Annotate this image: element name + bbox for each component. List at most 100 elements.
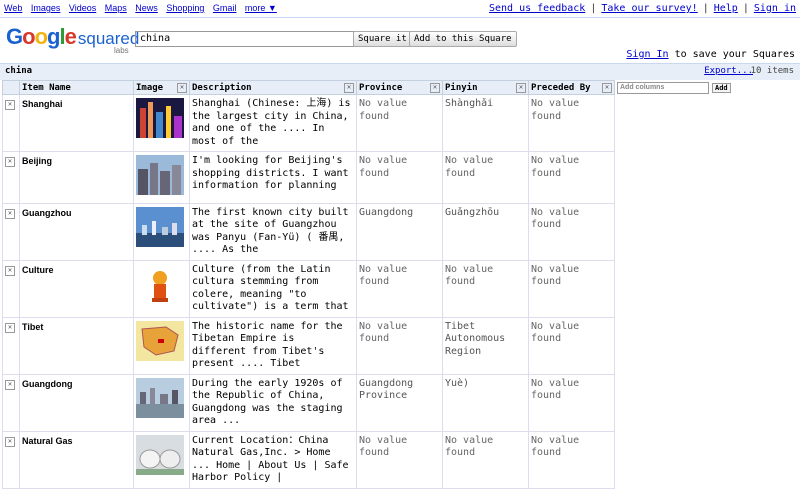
preceded-by-cell[interactable]: No value found (528, 94, 615, 152)
feedback-link[interactable]: Send us feedback (489, 3, 585, 14)
image-cell[interactable] (133, 94, 190, 152)
col-item-name[interactable]: Item Name (19, 80, 134, 95)
remove-row-icon[interactable]: ✕ (5, 265, 15, 276)
pinyin-cell[interactable]: Guǎngzhōu (442, 202, 529, 261)
province-cell[interactable]: No value found (356, 430, 443, 489)
square-it-button[interactable]: Square it (353, 31, 412, 47)
preceded-by-cell[interactable]: No value found (528, 430, 615, 489)
province-cell[interactable]: Guangdong (356, 202, 443, 261)
preceded-by-value: No value found (531, 377, 580, 402)
item-name: Beijing (22, 156, 53, 166)
close-icon[interactable]: ✕ (602, 83, 612, 93)
google-wordmark: Google (6, 24, 77, 49)
col-pinyin[interactable]: Pinyin ✕ (442, 80, 529, 95)
thumbnail-image[interactable] (136, 320, 184, 361)
description-cell[interactable]: The first known city built at the site o… (189, 202, 357, 261)
close-icon[interactable]: ✕ (430, 83, 440, 93)
image-cell[interactable] (133, 259, 190, 318)
pinyin-cell[interactable]: Yuè) (442, 373, 529, 432)
item-name-cell[interactable]: Guangdong (19, 373, 134, 432)
item-name-cell[interactable]: Shanghai (19, 94, 134, 152)
pinyin-cell[interactable]: No value found (442, 259, 529, 318)
description-cell[interactable]: Culture (from the Latin cultura stemming… (189, 259, 357, 318)
pinyin-cell[interactable]: No value found (442, 151, 529, 204)
thumbnail-image[interactable] (136, 263, 184, 304)
image-cell[interactable] (133, 316, 190, 375)
sign-in-save-link[interactable]: Sign In (626, 49, 668, 60)
export-link[interactable]: Export... (704, 66, 753, 76)
nav-images[interactable]: Images (31, 3, 61, 13)
nav-maps[interactable]: Maps (105, 3, 127, 13)
col-label: Description (192, 82, 252, 93)
item-name-cell[interactable]: Natural Gas (19, 430, 134, 489)
province-cell[interactable]: No value found (356, 151, 443, 204)
image-cell[interactable] (133, 373, 190, 432)
col-description[interactable]: Description ✕ (189, 80, 357, 95)
survey-link[interactable]: Take our survey! (601, 3, 697, 14)
google-squared-logo[interactable]: Google squared labs (6, 24, 139, 55)
nav-news[interactable]: News (135, 3, 158, 13)
remove-row-icon[interactable]: ✕ (5, 379, 15, 390)
thumbnail-image[interactable] (136, 155, 184, 195)
close-icon[interactable]: ✕ (344, 83, 354, 93)
image-cell[interactable] (133, 151, 190, 204)
separator: | (742, 3, 749, 14)
nav-more[interactable]: more ▼ (245, 3, 277, 13)
sign-in-link[interactable]: Sign in (754, 3, 796, 14)
help-link[interactable]: Help (714, 3, 738, 14)
image-cell[interactable] (133, 202, 190, 261)
remove-row-icon[interactable]: ✕ (5, 100, 15, 110)
preceded-by-cell[interactable]: No value found (528, 202, 615, 261)
nav-gmail[interactable]: Gmail (213, 3, 237, 13)
preceded-by-cell[interactable]: No value found (528, 373, 615, 432)
top-divider (0, 17, 800, 18)
thumbnail-image[interactable] (136, 434, 184, 475)
row-remove-cell: ✕ (2, 373, 20, 432)
nav-shopping[interactable]: Shopping (166, 3, 204, 13)
col-preceded-by[interactable]: Preceded By ✕ (528, 80, 615, 95)
add-columns-input[interactable]: Add columns (617, 81, 709, 94)
pinyin-cell[interactable]: Tibet Autonomous Region (442, 316, 529, 375)
col-image[interactable]: Image ✕ (133, 80, 190, 95)
image-cell[interactable] (133, 430, 190, 489)
remove-row-icon[interactable]: ✕ (5, 322, 15, 333)
province-cell[interactable]: No value found (356, 259, 443, 318)
province-value: No value found (359, 320, 408, 345)
province-cell[interactable]: No value found (356, 316, 443, 375)
pinyin-cell[interactable]: No value found (442, 430, 529, 489)
preceded-by-cell[interactable]: No value found (528, 259, 615, 318)
description-cell[interactable]: Current Location：China Natural Gas,Inc. … (189, 430, 357, 489)
thumbnail-image[interactable] (136, 206, 184, 247)
thumbnail-image[interactable] (136, 98, 184, 138)
preceded-by-cell[interactable]: No value found (528, 151, 615, 204)
preceded-by-cell[interactable]: No value found (528, 316, 615, 375)
add-columns-button[interactable]: Add (712, 82, 731, 93)
thumbnail-image[interactable] (136, 377, 184, 418)
pinyin-cell[interactable]: Shànghǎi (442, 94, 529, 152)
close-icon[interactable]: ✕ (177, 83, 187, 93)
province-cell[interactable]: Guangdong Province (356, 373, 443, 432)
col-province[interactable]: Province ✕ (356, 80, 443, 95)
add-to-square-button[interactable]: Add to this Square (409, 31, 517, 47)
nav-web[interactable]: Web (4, 3, 22, 13)
description-cell[interactable]: Shanghai (Chinese: 上海) is the largest ci… (189, 94, 357, 152)
province-cell[interactable]: No value found (356, 94, 443, 152)
remove-row-icon[interactable]: ✕ (5, 157, 15, 167)
close-icon[interactable]: ✕ (516, 83, 526, 93)
item-name-cell[interactable]: Guangzhou (19, 202, 134, 261)
description-cell[interactable]: During the early 1920s of the Republic o… (189, 373, 357, 432)
col-label: Pinyin (445, 82, 478, 93)
item-name-cell[interactable]: Beijing (19, 151, 134, 204)
save-squares-text: to save your Squares (668, 49, 795, 60)
add-columns-cell: Add columns Add (614, 80, 797, 95)
description-cell[interactable]: The historic name for the Tibetan Empire… (189, 316, 357, 375)
description-cell[interactable]: I'm looking for Beijing's shopping distr… (189, 151, 357, 204)
search-input[interactable]: china (135, 31, 355, 47)
remove-row-icon[interactable]: ✕ (5, 436, 15, 447)
square-header-bar: china Export... 10 items (0, 63, 800, 80)
description-text: Culture (from the Latin cultura stemming… (192, 263, 349, 313)
item-name-cell[interactable]: Culture (19, 259, 134, 318)
item-name-cell[interactable]: Tibet (19, 316, 134, 375)
nav-videos[interactable]: Videos (69, 3, 96, 13)
remove-row-icon[interactable]: ✕ (5, 208, 15, 219)
